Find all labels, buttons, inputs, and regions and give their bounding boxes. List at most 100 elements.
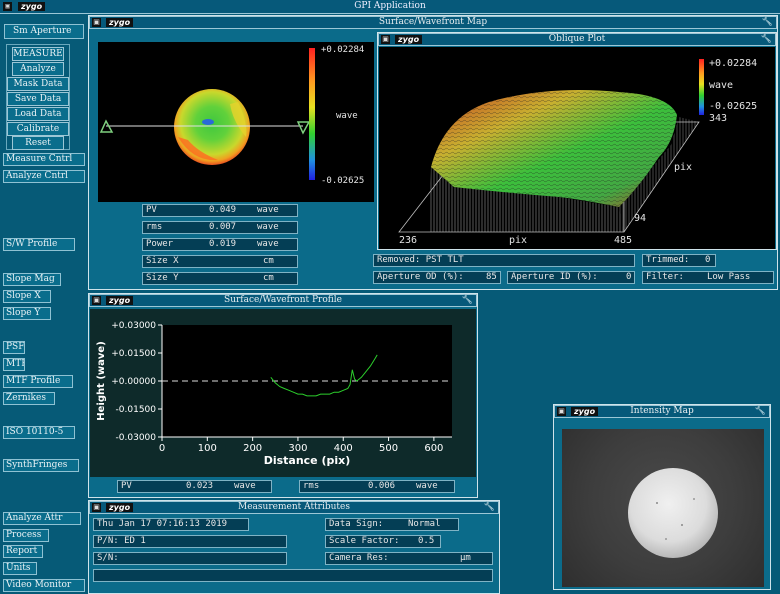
zygo-logo: zygo [106, 18, 134, 27]
profile-y-tick-label: +0.01500 [111, 349, 156, 359]
sidebar-item-slope-mag[interactable]: Slope Mag [3, 273, 61, 286]
intensity-speck [665, 538, 667, 540]
reset-button[interactable]: Reset [12, 136, 64, 150]
oblique-title: Oblique Plot [548, 34, 606, 44]
sidebar-item-mtf[interactable]: MTF [3, 358, 25, 371]
sm-aperture-button[interactable]: Sm Aperture [4, 24, 84, 39]
profile-stat-rms: rms 0.006 wave [299, 480, 455, 493]
oblique-colorbar-max: +0.02284 [709, 58, 758, 69]
profile-x-tick-label: 600 [424, 443, 443, 454]
oblique-svg [398, 59, 704, 233]
analyze-button[interactable]: Analyze [12, 62, 64, 76]
app-title: GPI Application [354, 1, 426, 11]
profile-x-tick-label: 100 [198, 443, 217, 454]
sidebar-item-analyze-cntrl[interactable]: Analyze Cntrl [3, 170, 85, 183]
close-icon[interactable]: ▣ [92, 503, 101, 512]
trimmed-field: Trimmed: 0 [642, 254, 716, 267]
measure-button[interactable]: MEASURE [12, 47, 64, 61]
stat-power: Power 0.019 wave [142, 238, 298, 251]
intensity-svg [628, 468, 718, 558]
stat-rms: rms 0.007 wave [142, 221, 298, 234]
aperture-od-field: Aperture OD (%): 85 [373, 271, 501, 284]
attr-sn: S/N: [93, 552, 287, 565]
intensity-map-window: ▣ zygo Intensity Map 🔧 [553, 404, 771, 590]
sidebar-item-sw-profile[interactable]: S/W Profile [3, 238, 75, 251]
oblique-plot[interactable]: +0.02284 wave -0.02625 343 pix 94 236 pi… [379, 47, 775, 249]
wrench-icon[interactable]: 🔧 [484, 502, 495, 513]
oblique-colorbar [699, 59, 704, 115]
app-titlebar: ▣ zygo GPI Application [0, 0, 780, 14]
colorbar-unit: wave [336, 111, 358, 121]
aperture-id-field: Aperture ID (%): 0 [507, 271, 635, 284]
wrench-icon[interactable]: 🔧 [462, 295, 473, 306]
intensity-speck [681, 524, 683, 526]
profile-window: ▣ zygo Surface/Wavefront Profile 🔧 +0.03… [88, 293, 478, 498]
surface-map-plot[interactable]: +0.02284 wave -0.02625 [98, 42, 374, 202]
load-data-button[interactable]: Load Data [7, 107, 69, 121]
close-icon[interactable]: ▣ [92, 296, 101, 305]
sidebar-item-synthfringes[interactable]: SynthFringes [3, 459, 79, 472]
sidebar-item-process[interactable]: Process [3, 529, 49, 542]
sidebar-item-measure-cntrl[interactable]: Measure Cntrl [3, 153, 85, 166]
attr-date: Thu Jan 17 07:16:13 2019 [93, 518, 249, 531]
attr-data-sign: Data Sign: Normal [325, 518, 459, 531]
close-icon[interactable]: ▣ [92, 18, 101, 27]
oblique-titlebar: ▣ zygo Oblique Plot 🔧 [378, 33, 776, 46]
zygo-logo: zygo [395, 35, 423, 44]
profile-title: Surface/Wavefront Profile [224, 295, 342, 305]
intensity-spot [628, 468, 718, 558]
surface-map-window: ▣ zygo Surface/Wavefront Map 🔧 +0.02284 … [88, 15, 778, 290]
save-data-button[interactable]: Save Data [7, 92, 69, 106]
intensity-image[interactable] [562, 429, 764, 587]
zygo-logo: zygo [106, 296, 134, 305]
attr-camera-res: Camera Res: µm [325, 552, 493, 565]
sidebar-item-units[interactable]: Units [3, 562, 37, 575]
surface-map-low-spot [202, 119, 214, 125]
surface-map-titlebar: ▣ zygo Surface/Wavefront Map 🔧 [89, 16, 777, 29]
sidebar-item-zernikes[interactable]: Zernikes [3, 392, 55, 405]
wrench-icon[interactable]: 🔧 [762, 17, 773, 28]
sidebar-item-mtf-profile[interactable]: MTF Profile [3, 375, 73, 388]
profile-y-tick-label: -0.01500 [116, 405, 157, 415]
profile-plot-area[interactable]: +0.03000 +0.01500 +0.00000 -0.01500 -0.03000… [90, 309, 476, 477]
sidebar-item-analyze-attr[interactable]: Analyze Attr [3, 512, 81, 525]
sidebar-item-iso[interactable]: ISO 10110-5 [3, 426, 75, 439]
stat-size-x: Size X cm [142, 255, 298, 268]
cut-line-end-handle [296, 121, 311, 135]
wrench-icon[interactable]: 🔧 [755, 406, 766, 417]
attributes-title: Measurement Attributes [238, 502, 350, 512]
sidebar-item-report[interactable]: Report [3, 545, 43, 558]
calibrate-button[interactable]: Calibrate [7, 122, 69, 136]
colorbar [309, 48, 315, 180]
sidebar: Sm Aperture MEASURE Analyze Mask Data Sa… [0, 15, 88, 594]
stat-pv: PV 0.049 wave [142, 204, 298, 217]
close-icon[interactable]: ▣ [381, 35, 390, 44]
surface-map-disc [174, 89, 250, 165]
oblique-axis-y-unit: pix [674, 162, 693, 173]
profile-stat-pv: PV 0.023 wave [117, 480, 272, 493]
intensity-titlebar: ▣ zygo Intensity Map 🔧 [554, 405, 770, 418]
sidebar-item-video-monitor[interactable]: Video Monitor [3, 579, 85, 592]
profile-y-tick-label: +0.03000 [111, 321, 156, 331]
close-icon[interactable]: ▣ [557, 407, 566, 416]
zygo-logo: zygo [571, 407, 599, 416]
sidebar-item-psf[interactable]: PSF [3, 341, 25, 354]
profile-x-tick-label: 500 [379, 443, 398, 454]
oblique-axis-x-unit: pix [509, 235, 528, 246]
profile-x-tick-label: 200 [243, 443, 262, 454]
wrench-icon[interactable]: 🔧 [761, 34, 772, 45]
attr-pn: P/N: ED 1 [93, 535, 287, 548]
sidebar-item-slope-y[interactable]: Slope Y [3, 307, 51, 320]
intensity-title: Intensity Map [630, 406, 694, 416]
stat-size-y: Size Y cm [142, 272, 298, 285]
attributes-titlebar: ▣ zygo Measurement Attributes 🔧 [89, 501, 499, 514]
attr-notes-field[interactable] [93, 569, 493, 582]
zygo-logo: zygo [106, 503, 134, 512]
filter-field: Filter: Low Pass [642, 271, 774, 284]
colorbar-max: +0.02284 [321, 45, 365, 55]
sidebar-item-slope-x[interactable]: Slope X [3, 290, 51, 303]
mask-data-button[interactable]: Mask Data [7, 77, 69, 91]
profile-x-tick-label: 0 [159, 443, 165, 454]
oblique-axis-x-right: 485 [614, 235, 633, 246]
profile-x-tick-label: 300 [288, 443, 307, 454]
